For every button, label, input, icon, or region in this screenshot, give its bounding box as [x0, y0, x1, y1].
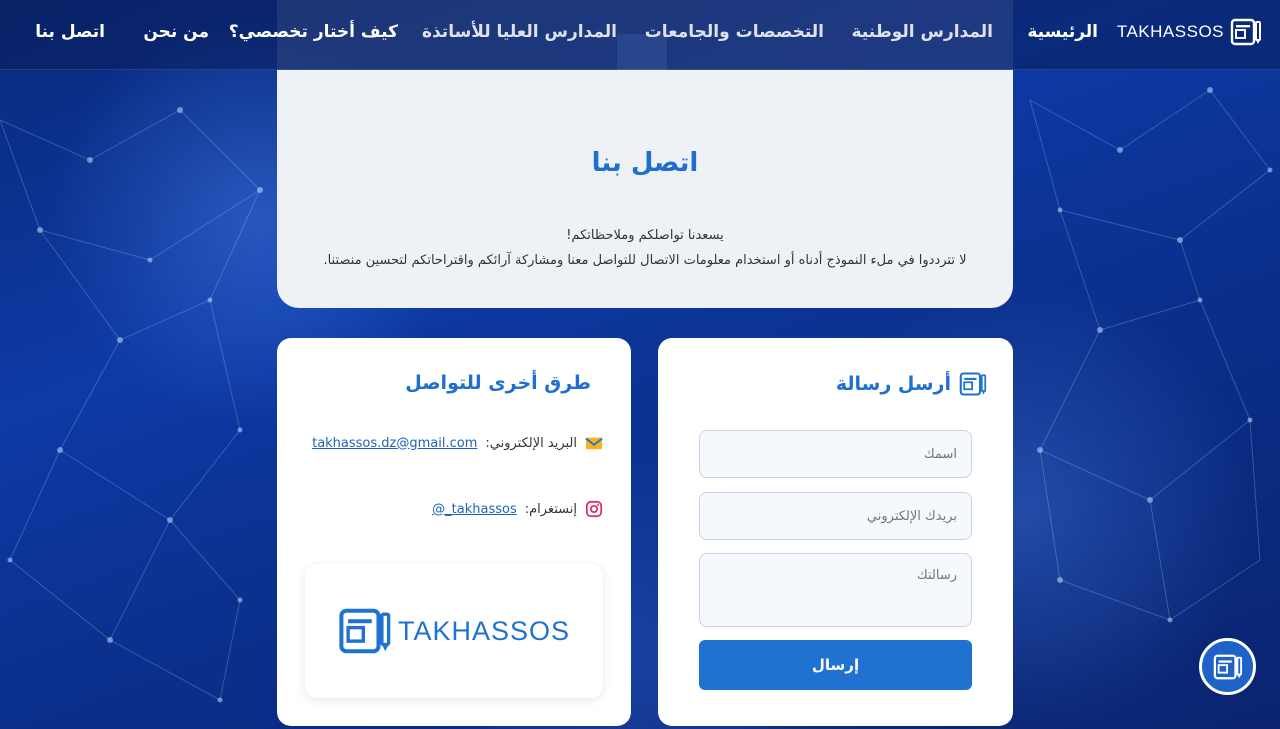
nav-item-about[interactable]: من نحن [143, 22, 209, 42]
floating-brand-button[interactable] [1199, 638, 1256, 695]
brand-logo-box: TAKHASSOS [305, 564, 603, 698]
logo-text: TAKHASSOS [397, 615, 571, 646]
email-label: البريد الإلكتروني: [485, 435, 577, 451]
name-input[interactable] [699, 430, 972, 478]
document-pencil-icon [1213, 654, 1242, 679]
hero-description: لا تترددوا في ملء النموذج أدناه أو استخد… [323, 253, 967, 268]
navbar: TAKHASSOS الرئيسية المدارس الوطنية التخص… [0, 0, 1280, 70]
instagram-label: إنستغرام: [524, 501, 577, 517]
brand-logo[interactable]: TAKHASSOS [1117, 16, 1262, 48]
nav-item-contact[interactable]: اتصل بنا [35, 22, 105, 42]
document-pencil-icon [339, 608, 391, 654]
form-heading: أرسل رسالة [836, 370, 987, 398]
submit-button[interactable]: إرسال [699, 640, 972, 690]
email-link[interactable]: takhassos.dz@gmail.com [312, 436, 477, 451]
nav-item-teacher-schools[interactable]: المدارس العليا للأساتذة [422, 22, 617, 42]
instagram-link[interactable]: takhassos_@ [432, 502, 517, 517]
nav-item-majors-universities[interactable]: التخصصات والجامعات [645, 22, 824, 42]
page-title: اتصل بنا [591, 148, 699, 178]
instagram-contact-row: إنستغرام: takhassos_@ [432, 500, 603, 518]
hero-subtitle: يسعدنا تواصلكم وملاحظاتكم! [566, 228, 724, 243]
document-pencil-icon [959, 372, 987, 396]
nav-item-choose-major[interactable]: كيف أختار تخصصي؟ [229, 22, 398, 42]
contact-hero-card: اتصل بنا يسعدنا تواصلكم وملاحظاتكم! لا ت… [277, 70, 1013, 308]
form-title: أرسل رسالة [835, 373, 951, 395]
other-contact-card: طرق أخرى للتواصل البريد الإلكتروني: takh… [277, 338, 631, 726]
nav-item-national-schools[interactable]: المدارس الوطنية [852, 22, 994, 42]
instagram-icon [585, 500, 603, 518]
document-pencil-icon [1230, 18, 1261, 46]
email-input[interactable] [699, 492, 972, 540]
send-message-card: أرسل رسالة إرسال [658, 338, 1013, 726]
brand-name: TAKHASSOS [1116, 22, 1224, 41]
nav-item-home[interactable]: الرئيسية [1027, 22, 1098, 42]
message-textarea[interactable] [699, 553, 972, 627]
envelope-icon [585, 437, 603, 450]
contact-title: طرق أخرى للتواصل [405, 372, 591, 394]
email-contact-row: البريد الإلكتروني: takhassos.dz@gmail.co… [312, 434, 603, 452]
